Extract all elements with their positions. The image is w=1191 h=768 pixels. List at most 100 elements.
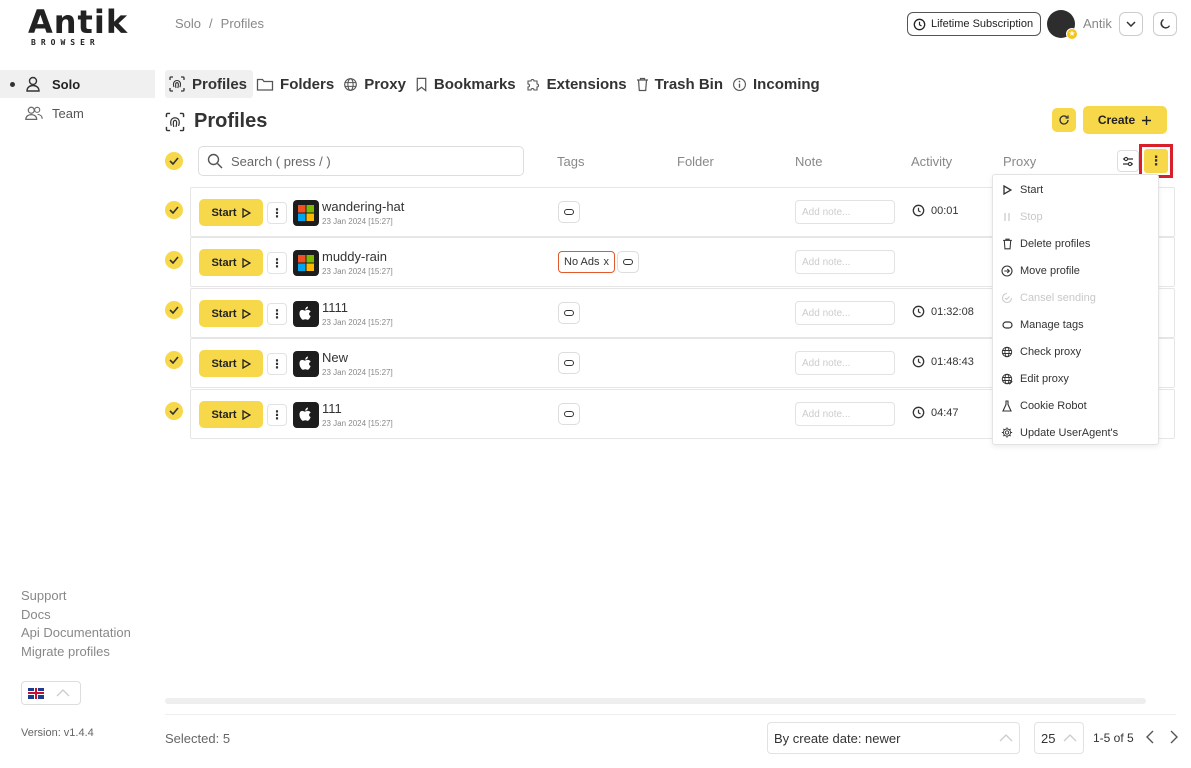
breadcrumb-solo[interactable]: Solo <box>175 16 201 31</box>
note-field[interactable] <box>795 351 895 375</box>
menu-item-start[interactable]: Start <box>993 176 1158 203</box>
menu-item-label: Cansel sending <box>1020 291 1096 304</box>
start-button[interactable]: Start <box>199 350 263 377</box>
sidebar-item-team[interactable]: Team <box>0 99 155 127</box>
menu-item-cookie-robot[interactable]: Cookie Robot <box>993 392 1158 419</box>
search-input[interactable] <box>231 153 511 169</box>
row-checkbox[interactable] <box>165 301 183 319</box>
tab-bookmarks[interactable]: Bookmarks <box>412 70 522 98</box>
lifetime-subscription-button[interactable]: Lifetime Subscription <box>907 12 1042 36</box>
star-badge-icon: ★ <box>1066 28 1078 40</box>
theme-toggle-button[interactable] <box>1153 12 1177 36</box>
row-checkbox[interactable] <box>165 351 183 369</box>
start-button[interactable]: Start <box>199 401 263 428</box>
api-documentation-link[interactable]: Api Documentation <box>21 624 131 643</box>
start-button[interactable]: Start <box>199 300 263 327</box>
bulk-actions-menu: Start Stop Delete profiles Move profile … <box>992 174 1159 445</box>
language-select[interactable] <box>21 681 81 705</box>
play-icon <box>241 358 251 369</box>
avatar[interactable]: ★ <box>1047 10 1078 40</box>
column-header-note[interactable]: Note <box>795 154 822 169</box>
next-page-button[interactable] <box>1167 729 1181 745</box>
tag-icon <box>623 259 633 265</box>
column-header-proxy[interactable]: Proxy <box>1003 154 1036 169</box>
puzzle-icon <box>527 79 539 91</box>
menu-item-update-useragents[interactable]: Update UserAgent's <box>993 419 1158 446</box>
sliders-icon <box>1123 156 1133 166</box>
tab-label: Folders <box>280 75 335 93</box>
row-menu-button[interactable]: ⋮ <box>267 303 287 325</box>
menu-item-label: Cookie Robot <box>1020 399 1087 412</box>
note-field[interactable] <box>795 402 895 426</box>
globe-icon <box>1001 346 1013 358</box>
per-page-select[interactable]: 25 <box>1034 722 1084 754</box>
tab-trash-bin[interactable]: Trash Bin <box>633 70 729 98</box>
arrow-circle-icon <box>1001 264 1013 277</box>
create-button[interactable]: Create <box>1083 106 1167 134</box>
menu-item-label: Update UserAgent's <box>1020 426 1119 439</box>
row-menu-button[interactable]: ⋮ <box>267 353 287 375</box>
row-checkbox[interactable] <box>165 201 183 219</box>
remove-tag-icon[interactable]: x <box>603 256 609 268</box>
docs-link[interactable]: Docs <box>21 606 131 625</box>
add-tag-button[interactable] <box>617 251 639 273</box>
sort-select[interactable]: By create date: newer <box>767 722 1020 754</box>
profile-name[interactable]: 1111 <box>322 300 348 315</box>
search-box[interactable] <box>198 146 524 176</box>
tab-extensions[interactable]: Extensions <box>522 70 633 98</box>
user-name[interactable]: Antik <box>1083 16 1112 31</box>
previous-page-button[interactable] <box>1143 729 1157 745</box>
clock-icon <box>912 355 925 368</box>
user-menu-button[interactable] <box>1119 12 1143 36</box>
profile-name[interactable]: muddy-rain <box>322 249 387 264</box>
refresh-button[interactable] <box>1052 108 1076 132</box>
tab-incoming[interactable]: Incoming <box>729 70 826 98</box>
tab-profiles[interactable]: Profiles <box>165 70 254 98</box>
add-tag-button[interactable] <box>558 403 580 425</box>
menu-item-edit-proxy[interactable]: Edit proxy <box>993 365 1158 392</box>
profile-name[interactable]: 111 <box>322 401 342 416</box>
row-menu-button[interactable]: ⋮ <box>267 202 287 224</box>
profile-name[interactable]: New <box>322 350 348 365</box>
tab-folders[interactable]: Folders <box>253 70 340 98</box>
play-icon <box>241 207 251 218</box>
horizontal-scrollbar[interactable] <box>165 698 1146 704</box>
menu-item-check-proxy[interactable]: Check proxy <box>993 338 1158 365</box>
menu-item-move-profile[interactable]: Move profile <box>993 257 1158 284</box>
migrate-profiles-link[interactable]: Migrate profiles <box>21 643 131 662</box>
note-field[interactable] <box>795 301 895 325</box>
menu-item-cancel-sending[interactable]: Cansel sending <box>993 284 1158 311</box>
menu-item-delete-profiles[interactable]: Delete profiles <box>993 230 1158 257</box>
column-header-folder[interactable]: Folder <box>677 154 714 169</box>
add-tag-button[interactable] <box>558 352 580 374</box>
bulk-actions-button[interactable]: ⋮ <box>1144 149 1168 173</box>
menu-item-stop[interactable]: Stop <box>993 203 1158 230</box>
antik-browser-logo[interactable]: Antik BROWSER <box>28 6 128 48</box>
profile-name[interactable]: wandering-hat <box>322 199 404 214</box>
row-menu-button[interactable]: ⋮ <box>267 252 287 274</box>
select-all-checkbox[interactable] <box>165 152 183 170</box>
column-header-activity[interactable]: Activity <box>911 154 952 169</box>
row-checkbox[interactable] <box>165 251 183 269</box>
add-tag-button[interactable] <box>558 201 580 223</box>
tab-proxy[interactable]: Proxy <box>340 70 412 98</box>
start-button[interactable]: Start <box>199 249 263 276</box>
apple-icon <box>293 402 319 428</box>
sidebar-item-label: Team <box>52 105 84 121</box>
tag-chip[interactable]: No Ads x <box>558 251 615 273</box>
active-dot <box>10 81 15 87</box>
sidebar-item-solo[interactable]: Solo <box>0 70 155 98</box>
start-button[interactable]: Start <box>199 199 263 226</box>
start-label: Start <box>211 307 237 320</box>
support-link[interactable]: Support <box>21 587 131 606</box>
menu-item-label: Stop <box>1020 210 1043 223</box>
row-checkbox[interactable] <box>165 402 183 420</box>
column-settings-button[interactable] <box>1117 150 1139 172</box>
column-header-tags[interactable]: Tags <box>557 154 584 169</box>
note-field[interactable] <box>795 250 895 274</box>
plus-icon <box>1142 115 1152 125</box>
menu-item-manage-tags[interactable]: Manage tags <box>993 311 1158 338</box>
note-field[interactable] <box>795 200 895 224</box>
row-menu-button[interactable]: ⋮ <box>267 404 287 426</box>
add-tag-button[interactable] <box>558 302 580 324</box>
